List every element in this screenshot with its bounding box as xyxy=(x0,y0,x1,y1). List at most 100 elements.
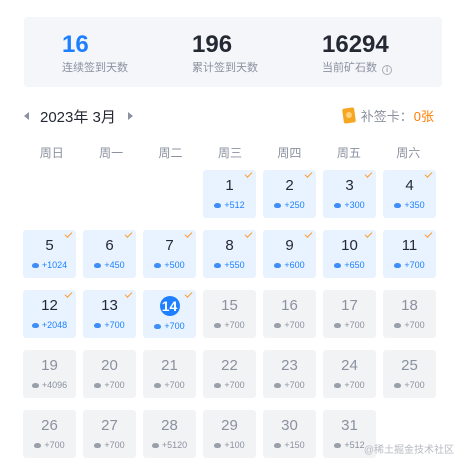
reward-value: +700 xyxy=(284,380,305,390)
day-reward: +700 xyxy=(203,320,256,331)
calendar-day[interactable]: 27 +700 xyxy=(83,410,136,458)
reward-value: +4096 xyxy=(41,380,68,390)
reward-value: +300 xyxy=(344,200,365,210)
day-number: 4 xyxy=(405,177,414,194)
day-number: 5 xyxy=(45,237,54,254)
calendar-day[interactable]: 13 +700 xyxy=(83,290,136,338)
day-reward: +700 xyxy=(323,320,376,331)
prev-month-icon[interactable] xyxy=(24,112,29,120)
calendar-day[interactable]: 9 +600 xyxy=(263,230,316,278)
calendar-day[interactable]: 26 +700 xyxy=(23,410,76,458)
weekday-header: 周日 周一 周二 周三 周四 周五 周六 xyxy=(22,144,438,161)
reward-value: +600 xyxy=(284,260,305,270)
day-number: 18 xyxy=(401,297,418,314)
day-number: 23 xyxy=(281,357,298,374)
ore-icon xyxy=(154,324,162,329)
reward-value: +512 xyxy=(224,200,245,210)
day-reward: +700 xyxy=(23,440,76,451)
day-number: 1 xyxy=(225,177,234,194)
reward-value: +250 xyxy=(284,200,305,210)
calendar-day[interactable]: 21 +700 xyxy=(143,350,196,398)
day-number: 29 xyxy=(221,417,238,434)
ore-icon xyxy=(394,263,402,268)
calendar-day[interactable]: 29 +100 xyxy=(203,410,256,458)
calendar-day[interactable]: 3 +300 xyxy=(323,170,376,218)
calendar-day[interactable]: 15 +700 xyxy=(203,290,256,338)
day-reward: +500 xyxy=(143,260,196,271)
ore-label: 当前矿石数 xyxy=(322,62,377,74)
reward-value: +700 xyxy=(404,380,425,390)
calendar-day[interactable]: 17 +700 xyxy=(323,290,376,338)
calendar-day[interactable]: 20 +700 xyxy=(83,350,136,398)
ore-icon xyxy=(151,443,159,448)
day-number: 13 xyxy=(101,297,118,314)
calendar-day[interactable]: 11 +700 xyxy=(383,230,436,278)
next-month-icon[interactable] xyxy=(127,112,133,120)
month-title: 2023年 3月 xyxy=(40,108,116,126)
reward-value: +700 xyxy=(404,320,425,330)
ore-icon xyxy=(214,383,222,388)
calendar-day[interactable]: 8 +550 xyxy=(203,230,256,278)
calendar-day[interactable]: 1 +512 xyxy=(203,170,256,218)
day-number: 30 xyxy=(281,417,298,434)
calendar-day[interactable]: 25 +700 xyxy=(383,350,436,398)
ore-icon xyxy=(154,263,162,268)
ore-icon xyxy=(94,443,102,448)
calendar-day[interactable]: 5 +1024 xyxy=(23,230,76,278)
reward-value: +500 xyxy=(164,260,185,270)
makeup-card-count: 0张 xyxy=(413,109,434,124)
calendar-day[interactable]: 7 +500 xyxy=(143,230,196,278)
calendar-day[interactable]: 16 +700 xyxy=(263,290,316,338)
weekday-label: 周日 xyxy=(39,146,64,160)
reward-value: +700 xyxy=(164,321,185,331)
calendar-day[interactable]: 23 +700 xyxy=(263,350,316,398)
makeup-card-icon xyxy=(341,107,356,124)
day-reward: +700 xyxy=(323,380,376,391)
day-reward: +700 xyxy=(383,260,436,271)
calendar-day[interactable]: 19 +4096 xyxy=(23,350,76,398)
day-number: 14 xyxy=(159,296,180,316)
makeup-card-info[interactable]: 补签卡： 0张 xyxy=(341,106,434,125)
day-reward: +100 xyxy=(203,440,256,451)
reward-value: +100 xyxy=(224,440,245,450)
calendar-day[interactable]: 18 +700 xyxy=(383,290,436,338)
day-number: 21 xyxy=(161,357,178,374)
ore-icon xyxy=(334,383,342,388)
calendar-day[interactable]: 2 +250 xyxy=(263,170,316,218)
ore-icon xyxy=(274,383,282,388)
total-days-stat: 196 累计签到天数 xyxy=(192,31,258,75)
day-number: 9 xyxy=(285,237,294,254)
ore-icon xyxy=(274,203,282,208)
day-number: 10 xyxy=(341,237,358,254)
weekday-label: 周三 xyxy=(217,146,242,160)
reward-value: +700 xyxy=(344,380,365,390)
day-reward: +700 xyxy=(203,380,256,391)
calendar-day[interactable]: 30 +150 xyxy=(263,410,316,458)
weekday-label: 周四 xyxy=(277,146,302,160)
calendar-day[interactable]: 10 +650 xyxy=(323,230,376,278)
calendar-day[interactable]: 12 +2048 xyxy=(23,290,76,338)
calendar-day[interactable]: 22 +700 xyxy=(203,350,256,398)
day-number: 11 xyxy=(401,237,418,254)
day-reward: +700 xyxy=(383,320,436,331)
calendar-day[interactable]: 6 +450 xyxy=(83,230,136,278)
ore-icon xyxy=(94,263,102,268)
day-reward: +700 xyxy=(83,440,136,451)
calendar-day[interactable]: 24 +700 xyxy=(323,350,376,398)
ore-icon xyxy=(394,383,402,388)
ore-icon xyxy=(214,323,222,328)
continuous-days-value: 16 xyxy=(62,31,89,58)
reward-value: +700 xyxy=(44,440,65,450)
calendar-day-today[interactable]: 14 +700 xyxy=(143,290,196,338)
reward-value: +700 xyxy=(224,320,245,330)
continuous-days-label: 连续签到天数 xyxy=(62,62,128,74)
ore-icon xyxy=(31,263,39,268)
day-reward: +700 xyxy=(143,321,196,332)
total-days-value: 196 xyxy=(192,31,233,58)
calendar-day[interactable]: 4 +350 xyxy=(383,170,436,218)
day-number: 15 xyxy=(221,297,238,314)
calendar-day[interactable]: 28 +5120 xyxy=(143,410,196,458)
ore-icon xyxy=(34,443,42,448)
info-icon[interactable]: i xyxy=(382,65,393,75)
reward-value: +700 xyxy=(164,380,185,390)
